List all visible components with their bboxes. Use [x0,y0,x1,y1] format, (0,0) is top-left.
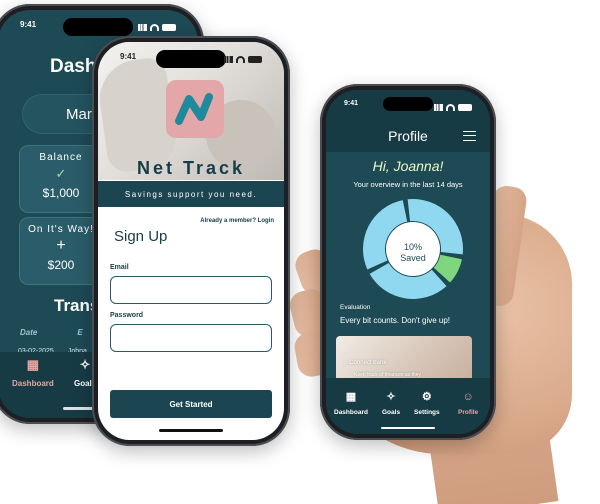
plus-icon: + [56,237,66,254]
mockup-stage: 9:41 Dash March Balance ✓ $1,000 On It's… [0,0,600,504]
signal-icon [434,103,443,111]
member-prompt: Already a member? Login [200,218,274,224]
overview-text: Your overview in the last 14 days [353,180,463,189]
greeting: Hi, Joanna! [372,158,444,174]
status-time: 9:41 [120,52,137,61]
get-started-button[interactable]: Get Started [110,390,272,418]
user-icon: ☺ [462,391,474,403]
tab-label: Goals [382,409,401,416]
home-indicator [381,426,435,429]
donut-center-value: 10% [404,242,422,252]
signup-heading: Sign Up [114,228,168,245]
tab-dashboard[interactable]: ▦ Dashboard [12,357,54,388]
profile-screen: 9:41 Profile Hi, Joanna! Your overview i… [326,90,490,434]
table-header: Date E [20,328,83,337]
tab-dashboard[interactable]: ▦ Dashboard [334,390,368,416]
tab-goals[interactable]: ✧ Goals [382,390,400,416]
card-value: $200 [47,258,75,272]
status-bar: 9:41 [326,100,490,114]
evaluation-text: Every bit counts. Don't give up! [340,316,451,325]
password-field[interactable] [110,324,272,352]
login-link[interactable]: Login [258,218,274,224]
battery-icon [248,55,262,63]
savings-donut-chart: 10% Saved [363,199,463,299]
status-time: 9:41 [20,20,37,29]
evaluation-label: Evaluation [340,304,371,311]
card-value: $1,000 [42,186,80,200]
tab-label: Dashboard [12,379,54,388]
menu-icon[interactable] [463,131,476,141]
home-indicator [159,429,223,432]
page-title: Dash [50,56,97,77]
battery-icon [162,23,176,31]
battery-icon [458,103,472,111]
status-time: 9:41 [344,100,359,107]
card-title: On It's Way! [28,224,94,235]
gear-icon: ⚙ [421,391,432,403]
grid-icon: ▦ [26,357,40,372]
signal-icon [138,23,147,31]
connect-bank-title: ⌂ Connect bank [344,360,387,366]
logo-n-icon [175,93,213,125]
sparkle-icon: ✧ [386,391,396,403]
signup-phone: 9:41 Net Track Savings support you need.… [92,36,290,446]
column-description: E [77,328,83,337]
status-bar: 9:41 [98,52,284,66]
incoming-card[interactable]: On It's Way! + $200 [20,218,102,284]
status-bar: 9:41 [0,20,198,34]
wifi-icon [150,23,159,31]
check-circle-icon: ✓ [55,166,67,181]
email-field[interactable] [110,276,272,304]
app-logo [166,80,224,138]
brand-name: Net Track [136,158,246,178]
balance-card[interactable]: Balance ✓ $1,000 [20,146,102,212]
tab-settings[interactable]: ⚙ Settings [414,390,440,416]
signup-screen: 9:41 Net Track Savings support you need.… [98,42,284,440]
tab-bar: ▦ Dashboard ✧ Goals ⚙ Settings ☺ Profile [326,378,490,434]
wifi-icon [236,55,245,63]
tab-label: Settings [414,409,440,416]
tab-label: Dashboard [334,409,368,416]
donut-center-label: Saved [400,253,426,263]
email-label: Email [110,264,129,271]
signal-icon [224,55,233,63]
card-title: Balance [39,152,83,163]
wifi-icon [446,103,455,111]
column-date: Date [20,328,38,337]
tagline: Savings support you need. [98,181,284,207]
profile-phone: 9:41 Profile Hi, Joanna! Your overview i… [320,84,496,440]
tab-label: Profile [458,409,479,416]
grid-icon: ▦ [345,391,357,403]
password-label: Password [110,312,144,319]
tab-profile[interactable]: ☺ Profile [458,391,478,416]
